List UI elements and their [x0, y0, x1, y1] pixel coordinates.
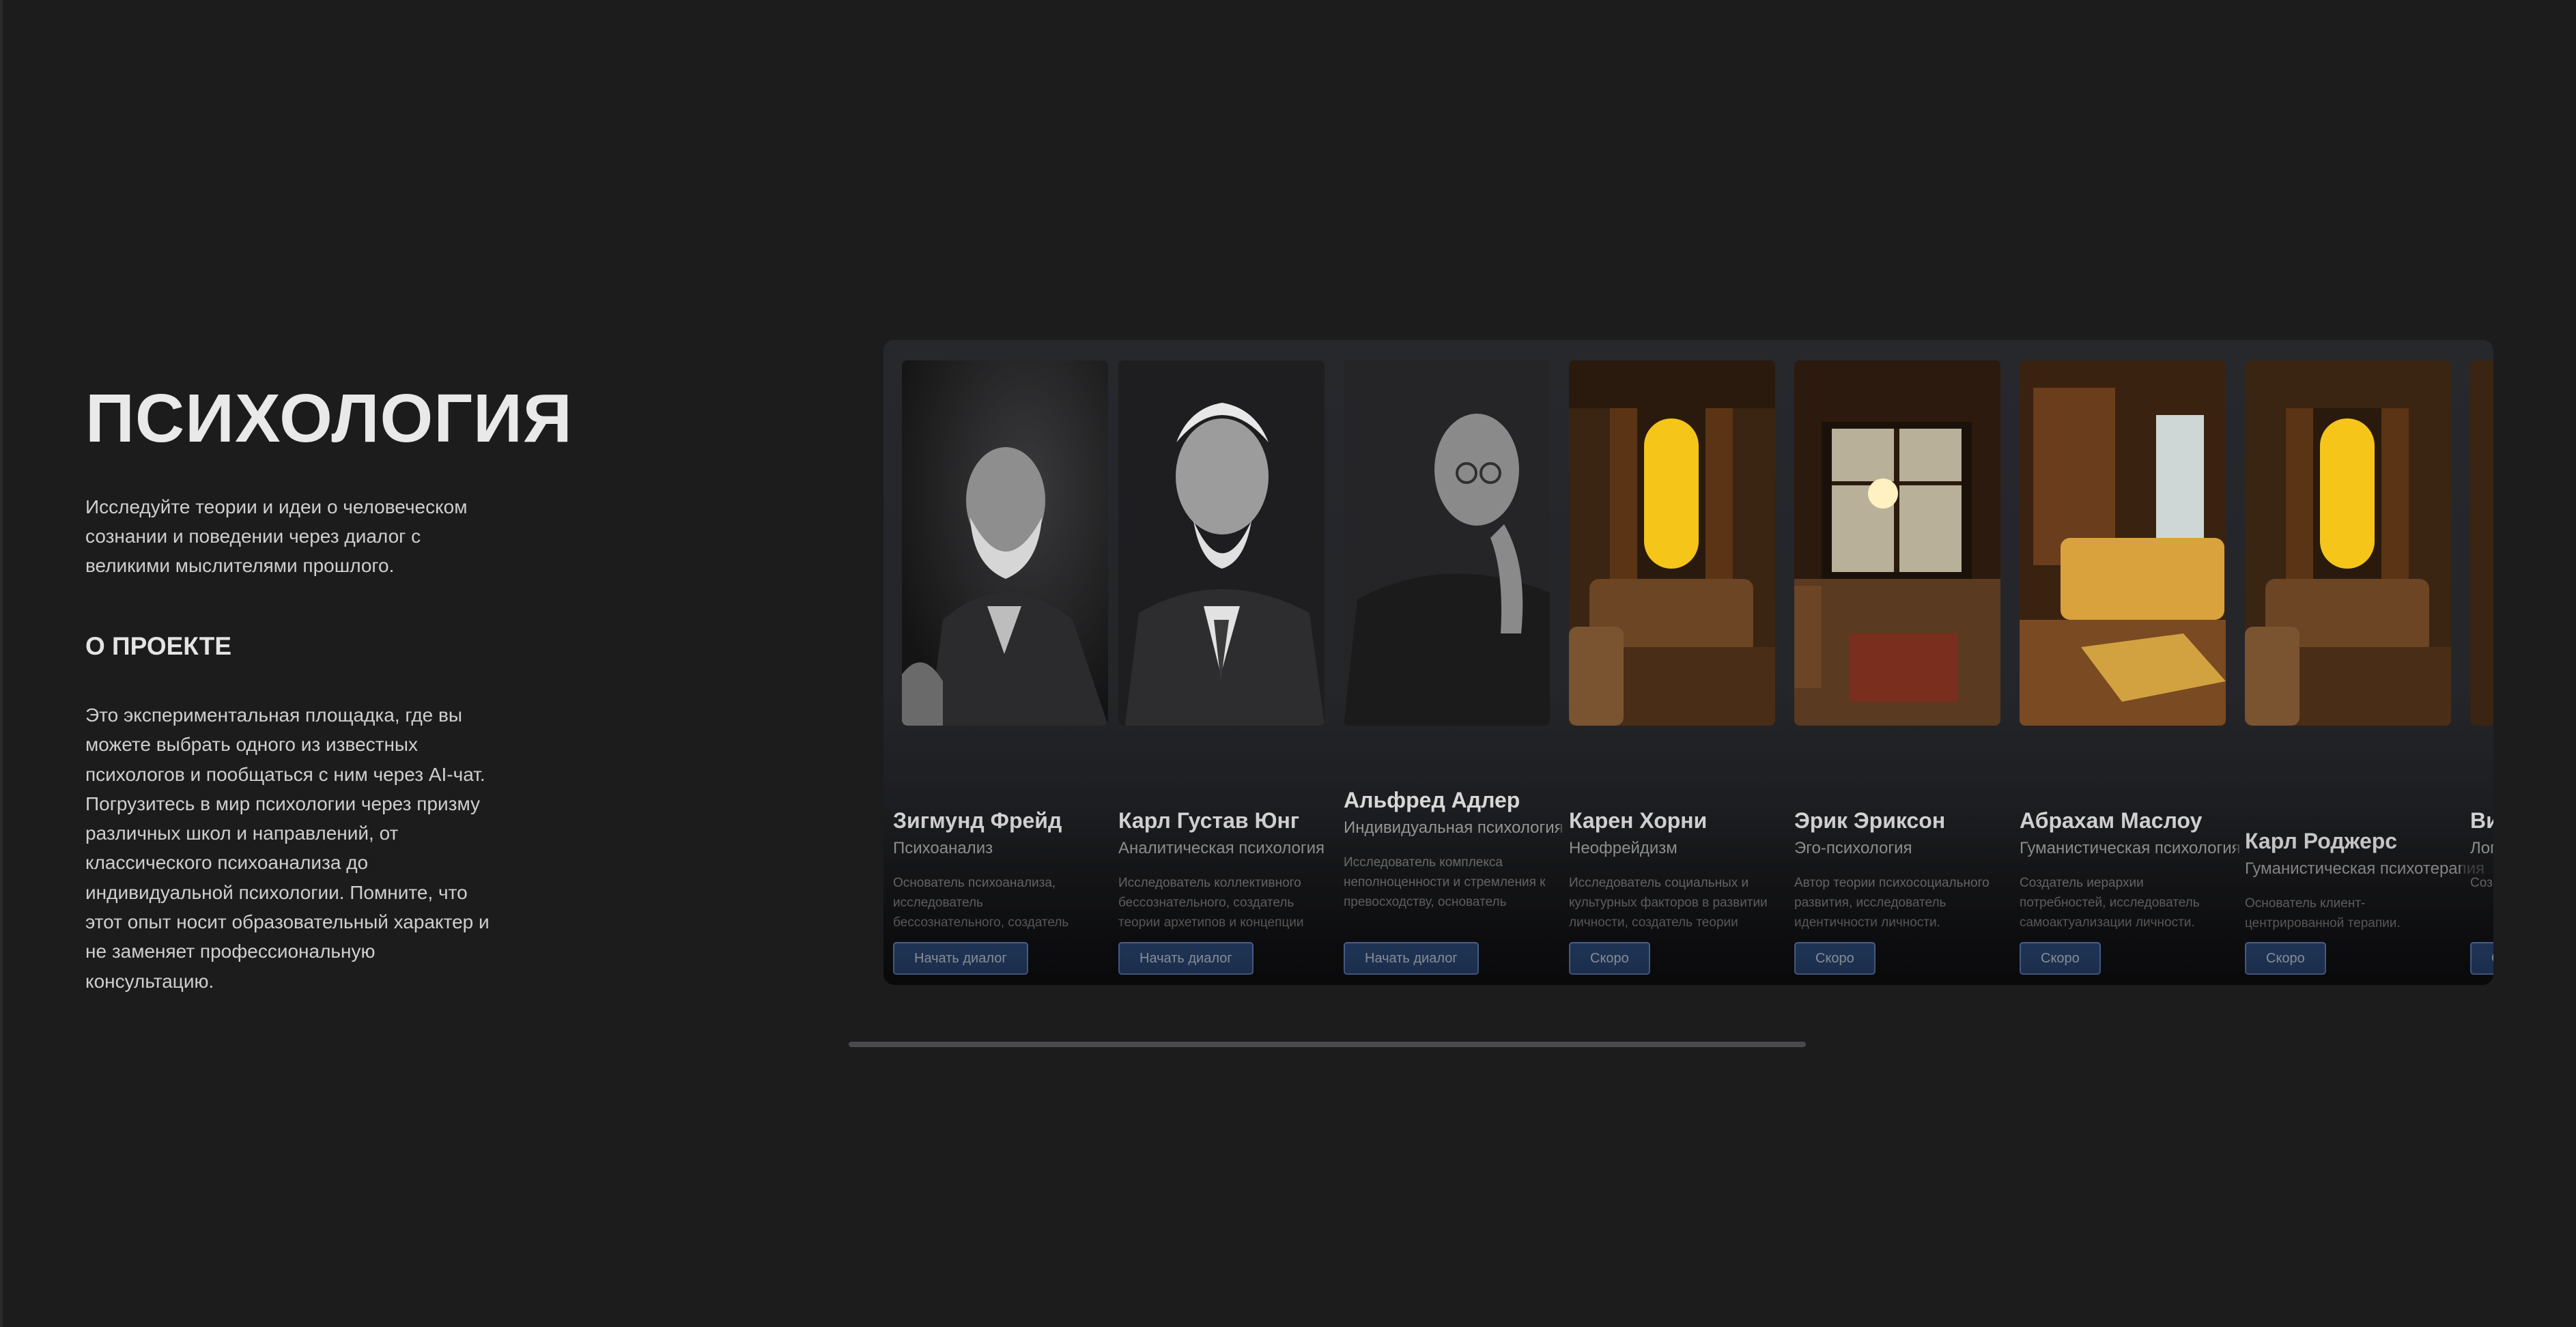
card-info: Ви Лог Соз смы — [2470, 808, 2493, 934]
room-sunlit-image — [1794, 360, 2000, 726]
psychologist-card-maslow[interactable]: Абрахам Маслоу Гуманистическая психологи… — [2010, 340, 2241, 985]
psychologist-card-rogers[interactable]: Карл Роджерс Гуманистическая психотерапи… — [2235, 340, 2485, 985]
card-school: Лог — [2470, 839, 2493, 857]
card-info: Карл Густав Юнг Аналитическая психология… — [1118, 808, 1344, 934]
about-text: Это экспериментальная площадка, где вы м… — [85, 704, 490, 992]
card-name: Ви — [2470, 808, 2493, 833]
coming-soon-button[interactable]: Скоро — [1569, 942, 1650, 975]
freud-portrait-image — [902, 360, 1108, 726]
coming-soon-button[interactable]: Скоро — [2020, 942, 2101, 975]
card-description: Создатель иерархии потребностей, исследо… — [2020, 876, 2200, 930]
card-description: Соз смы — [2470, 876, 2493, 890]
card-school: Гуманистическая психотерапия — [2245, 859, 2485, 878]
carousel-scrollbar[interactable] — [849, 1042, 1806, 1047]
card-info: Карен Хорни Неофрейдизм Исследователь со… — [1569, 808, 1794, 934]
room-sofa-image — [2020, 360, 2226, 726]
adler-portrait-image — [1344, 360, 1550, 726]
card-name: Зигмунд Фрейд — [893, 808, 1062, 833]
card-school: Аналитическая психология — [1118, 839, 1325, 857]
psychologist-card-erikson[interactable]: Эрик Эриксон Эго-психология Автор теории… — [1785, 340, 2010, 985]
about-heading: О ПРОЕКТЕ — [85, 632, 232, 660]
card-name: Эрик Эриксон — [1794, 808, 1946, 833]
window-edge — [0, 0, 3, 1327]
intro-section: ПСИХОЛОГИЯ Исследуйте теории и идеи о че… — [85, 379, 573, 996]
card-description: Автор теории психосоциального развития, … — [1794, 876, 1990, 930]
card-school: Гуманистическая психология — [2020, 839, 2241, 857]
card-school: Психоанализ — [893, 839, 993, 857]
psychologist-carousel[interactable]: Зигмунд Фрейд Психоанализ Основатель пси… — [883, 340, 2493, 985]
page-title: ПСИХОЛОГИЯ — [85, 380, 573, 457]
coming-soon-button[interactable]: Скоро — [2245, 942, 2326, 975]
room-window-image — [2245, 360, 2451, 726]
jung-portrait-image — [1118, 360, 1325, 726]
card-info: Эрик Эриксон Эго-психология Автор теории… — [1794, 808, 2020, 934]
card-school: Эго-психология — [1794, 839, 1912, 857]
card-info: Абрахам Маслоу Гуманистическая психологи… — [2020, 808, 2245, 934]
psychologist-card-freud[interactable]: Зигмунд Фрейд Психоанализ Основатель пси… — [883, 340, 1109, 985]
page-subtitle: Исследуйте теории и идеи о человеческом … — [85, 496, 468, 576]
start-dialog-button[interactable]: Начать диалог — [893, 942, 1028, 975]
card-name: Карен Хорни — [1569, 808, 1708, 833]
card-description: Исследователь коллективного бессознатель… — [1118, 876, 1304, 930]
card-name: Карл Роджерс — [2245, 829, 2398, 853]
card-info: Зигмунд Фрейд Психоанализ Основатель пси… — [893, 808, 1118, 934]
card-description: Исследователь социальных и культурных фа… — [1569, 876, 1768, 930]
psychologist-card-partial[interactable]: Ви Лог Соз смы С — [2461, 340, 2493, 985]
card-school: Индивидуальная психология — [1344, 818, 1563, 837]
card-description: Основатель психоанализа, исследователь б… — [893, 876, 1069, 930]
carousel-track: Зигмунд Фрейд Психоанализ Основатель пси… — [883, 340, 2493, 985]
start-dialog-button[interactable]: Начать диалог — [1344, 942, 1479, 975]
page: ПСИХОЛОГИЯ Исследуйте теории и идеи о че… — [0, 0, 2576, 1327]
psychologist-card-horney[interactable]: Карен Хорни Неофрейдизм Исследователь со… — [1559, 340, 1785, 985]
coming-soon-button[interactable]: Скоро — [1794, 942, 1876, 975]
card-name: Абрахам Маслоу — [2020, 808, 2203, 833]
coming-soon-button[interactable]: С — [2470, 942, 2493, 975]
card-description: Основатель клиент-центрированной терапии… — [2245, 896, 2401, 930]
partial-card-image — [2470, 360, 2493, 726]
card-name: Альфред Адлер — [1344, 788, 1520, 812]
start-dialog-button[interactable]: Начать диалог — [1118, 942, 1254, 975]
room-window-image — [1569, 360, 1775, 726]
psychologist-card-jung[interactable]: Карл Густав Юнг Аналитическая психология… — [1109, 340, 1334, 985]
card-description: Исследователь комплекса неполноценности … — [1344, 855, 1546, 909]
card-info: Альфред Адлер Индивидуальная психология … — [1344, 788, 1569, 914]
card-name: Карл Густав Юнг — [1118, 808, 1300, 833]
card-info: Карл Роджерс Гуманистическая психотерапи… — [2245, 829, 2485, 934]
card-school: Неофрейдизм — [1569, 839, 1678, 857]
psychologist-card-adler[interactable]: Альфред Адлер Индивидуальная психология … — [1334, 340, 1563, 985]
